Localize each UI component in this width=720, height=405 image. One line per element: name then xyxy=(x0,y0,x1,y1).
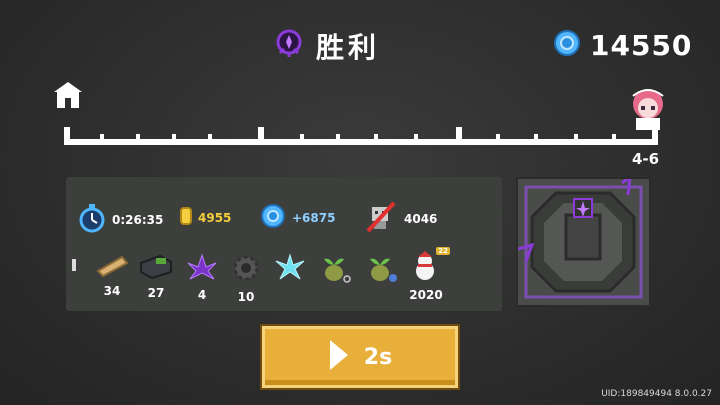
kills-stat: 4046 xyxy=(364,201,437,236)
seed-sprout-icon xyxy=(320,258,352,287)
home-icon xyxy=(52,80,84,114)
gem-counter: 14550 xyxy=(552,28,692,62)
gems-gained-stat: +6875 xyxy=(260,203,335,232)
gold-stat: 4955 xyxy=(180,207,231,228)
track-tick xyxy=(300,134,304,140)
gem-icon xyxy=(552,28,582,62)
stage-label: 4-6 xyxy=(632,150,660,168)
track-tick xyxy=(612,134,616,140)
reward-altar xyxy=(516,173,651,307)
item-count xyxy=(64,284,84,298)
item-slot: 22 2020 xyxy=(406,247,450,302)
item-count: 10 xyxy=(237,290,255,304)
gold-value: 4955 xyxy=(198,210,232,225)
stopwatch-icon xyxy=(78,203,106,236)
boss-avatar xyxy=(628,86,668,136)
item-count: 27 xyxy=(147,286,165,300)
track-tick xyxy=(172,134,176,140)
track-tick xyxy=(496,134,500,140)
gear-part-icon xyxy=(231,255,261,287)
track-tick xyxy=(374,134,378,140)
item-count xyxy=(270,288,310,302)
track-tick xyxy=(208,134,212,140)
time-value: 0:26:35 xyxy=(112,212,164,227)
stage-progress-track xyxy=(64,127,658,145)
item-slot xyxy=(362,253,402,304)
continue-countdown-label: 2s xyxy=(363,344,393,370)
dark-crystal-icon xyxy=(272,27,306,65)
gold-coin-icon xyxy=(180,207,192,228)
item-slot: 10 xyxy=(226,253,266,304)
play-arrow-icon xyxy=(328,338,350,376)
item-count xyxy=(316,290,356,304)
time-stat: 0:26:35 xyxy=(78,203,163,236)
track-tick xyxy=(258,127,264,140)
uid-version-text: UID:189849494 8.0.0.27 xyxy=(601,389,712,399)
track-tick xyxy=(414,134,418,140)
item-count: 34 xyxy=(103,284,121,298)
track-tick xyxy=(534,134,538,140)
gem-count: 14550 xyxy=(590,28,693,62)
gem-icon xyxy=(260,203,286,232)
track-tick xyxy=(136,134,140,140)
track-tick xyxy=(64,127,70,140)
wood-log-icon xyxy=(94,255,130,281)
purple-crystal-icon xyxy=(186,253,218,285)
seed-sprout-flower-icon xyxy=(366,258,398,287)
snowman-icon: 22 xyxy=(410,247,450,285)
item-badge: 22 xyxy=(436,247,450,255)
run-stats-panel: 0:26:35 4955 +6875 4046 34 27 4 10 22 20… xyxy=(66,177,502,311)
kills-value: 4046 xyxy=(404,211,438,226)
gems-gained-value: +6875 xyxy=(292,210,336,225)
track-tick xyxy=(456,127,462,140)
track-tick xyxy=(336,134,340,140)
page-title: 胜利 xyxy=(316,31,381,64)
item-slot xyxy=(316,253,356,304)
item-slot: 27 xyxy=(136,253,176,300)
ice-crystal-icon xyxy=(274,253,306,285)
item-count xyxy=(362,290,402,304)
continue-button[interactable]: 2s xyxy=(262,326,458,388)
enemy-crossed-icon xyxy=(364,201,398,236)
item-slot xyxy=(270,253,310,302)
item-slot xyxy=(64,253,84,298)
item-count: 2020 xyxy=(409,288,443,302)
ore-crate-icon xyxy=(138,254,174,283)
fragment-icon xyxy=(70,259,78,281)
item-count: 4 xyxy=(197,288,207,302)
item-slot: 34 xyxy=(92,253,132,298)
track-tick xyxy=(100,134,104,140)
track-tick xyxy=(574,134,578,140)
title-area: 胜利 xyxy=(272,26,380,66)
item-slot: 4 xyxy=(182,253,222,302)
